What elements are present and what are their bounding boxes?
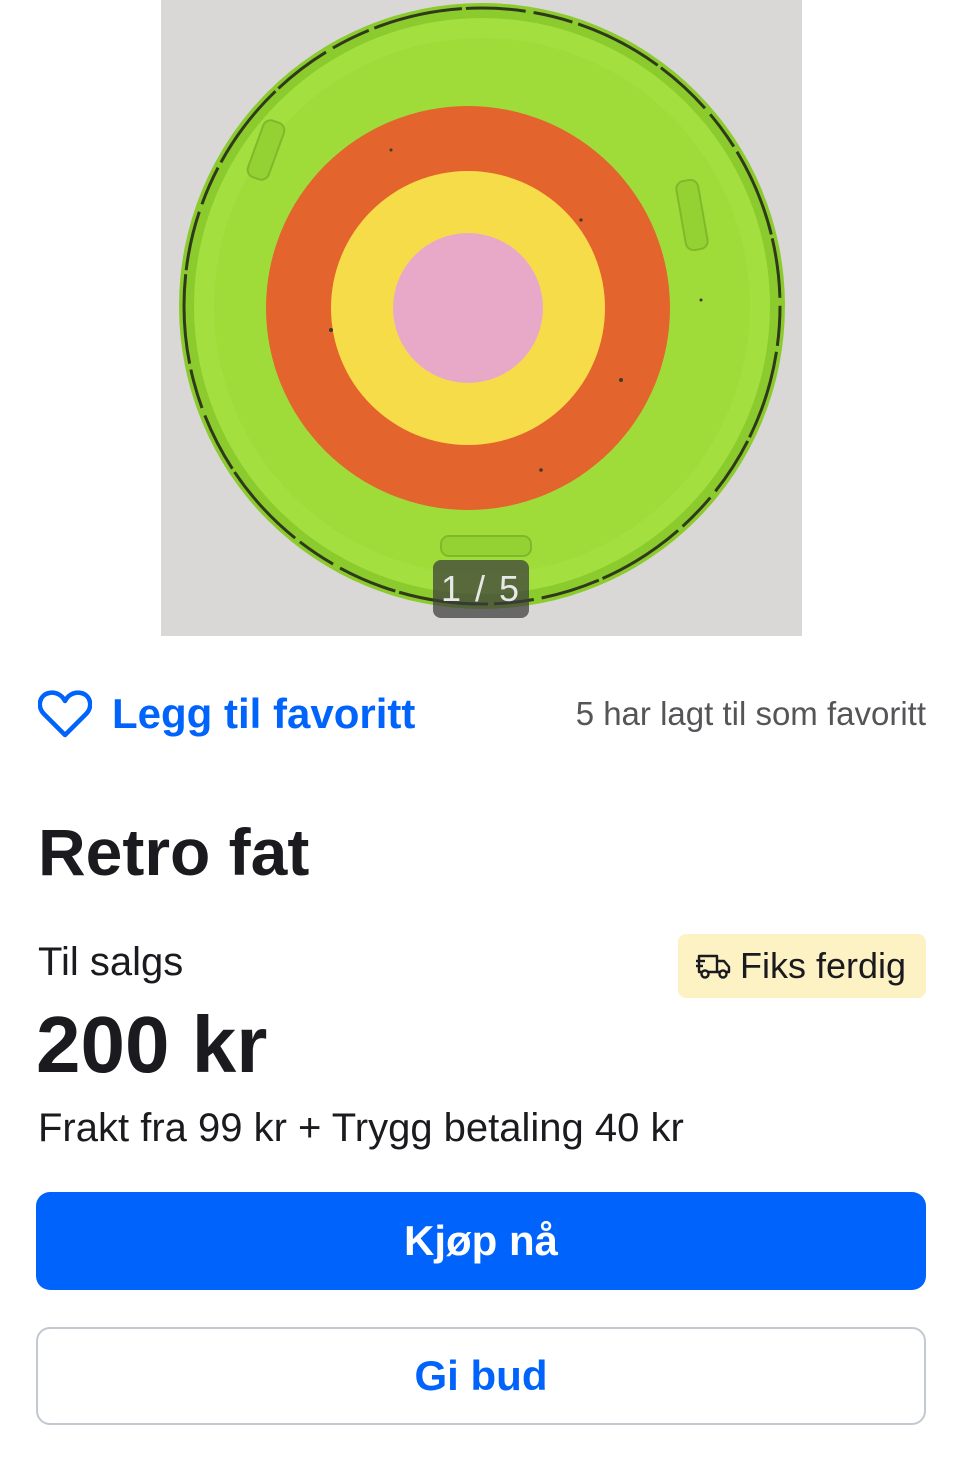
make-offer-button[interactable]: Gi bud [36,1327,926,1425]
image-counter: 1 / 5 [433,560,529,618]
listing-price: 200 kr [36,1000,268,1089]
listing-title: Retro fat [38,815,310,889]
favorite-count: 5 har lagt til som favoritt [575,695,926,732]
listing-image-gallery[interactable]: 1 / 5 [161,0,802,636]
add-favorite-button[interactable]: Legg til favoritt [38,682,415,746]
listing-status: Til salgs [38,940,184,984]
add-favorite-label: Legg til favoritt [112,690,416,737]
shipping-info: Frakt fra 99 kr + Trygg betaling 40 kr [38,1106,684,1150]
badge-label: Fiks ferdig [739,945,906,986]
listing-image [179,3,785,609]
heart-icon [38,689,92,739]
favorite-row: Legg til favoritt 5 har lagt til som fav… [38,682,926,746]
fiks-ferdig-badge: Fiks ferdig [677,934,926,998]
buy-now-button[interactable]: Kjøp nå [36,1192,926,1290]
delivery-truck-icon [695,951,740,981]
